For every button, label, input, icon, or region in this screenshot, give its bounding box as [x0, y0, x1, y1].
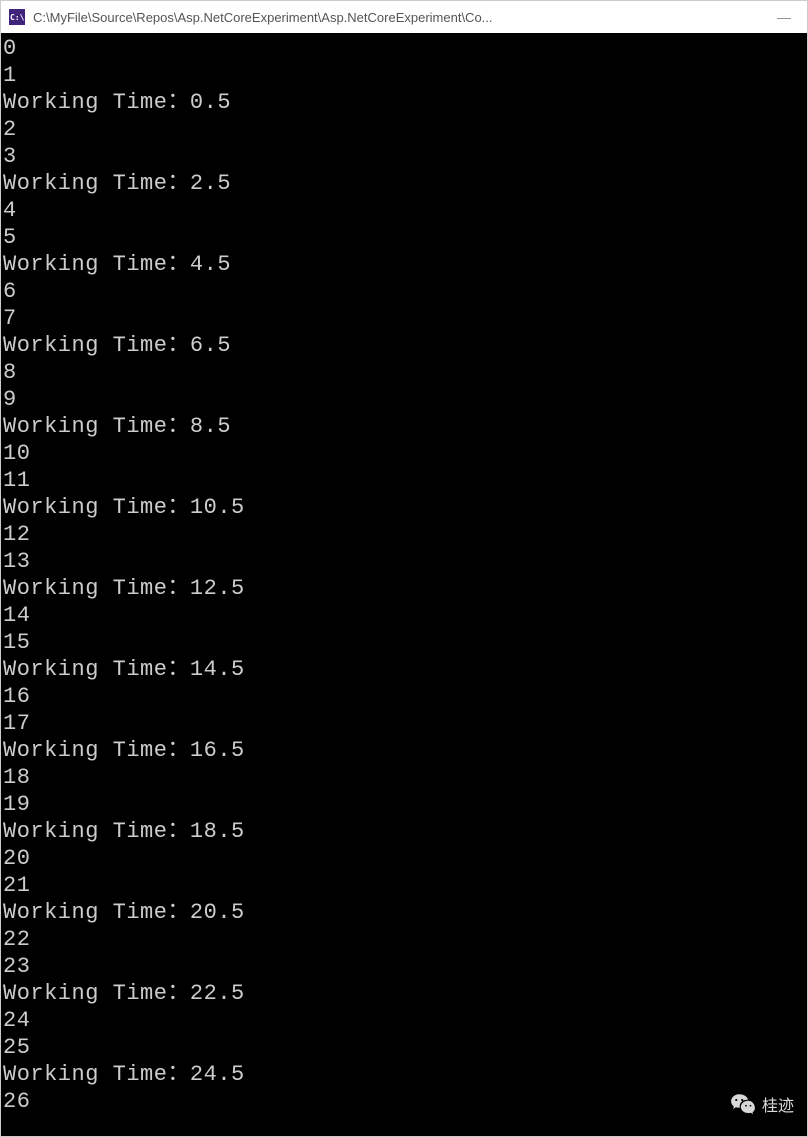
console-line: Working Time：10.5 — [3, 494, 805, 521]
console-app-icon: C:\ — [9, 9, 25, 25]
console-line: 13 — [3, 548, 805, 575]
minimize-icon: — — [777, 9, 791, 25]
console-line: 16 — [3, 683, 805, 710]
console-line: Working Time：14.5 — [3, 656, 805, 683]
console-line: Working Time：12.5 — [3, 575, 805, 602]
console-line: 3 — [3, 143, 805, 170]
titlebar[interactable]: C:\ C:\MyFile\Source\Repos\Asp.NetCoreEx… — [1, 1, 807, 33]
console-line: Working Time：22.5 — [3, 980, 805, 1007]
console-line: 26 — [3, 1088, 805, 1115]
console-line: 20 — [3, 845, 805, 872]
console-line: 18 — [3, 764, 805, 791]
console-line: Working Time：2.5 — [3, 170, 805, 197]
svg-text:C:\: C:\ — [10, 13, 25, 22]
console-line: 12 — [3, 521, 805, 548]
console-line: 24 — [3, 1007, 805, 1034]
console-line: 10 — [3, 440, 805, 467]
window-title: C:\MyFile\Source\Repos\Asp.NetCoreExperi… — [33, 10, 753, 25]
console-line: 14 — [3, 602, 805, 629]
console-line: 6 — [3, 278, 805, 305]
console-line: 4 — [3, 197, 805, 224]
console-line: 22 — [3, 926, 805, 953]
console-line: Working Time：18.5 — [3, 818, 805, 845]
console-line: Working Time：0.5 — [3, 89, 805, 116]
console-line: 15 — [3, 629, 805, 656]
watermark: 桂迹 — [730, 1091, 794, 1117]
console-line: 23 — [3, 953, 805, 980]
console-line: Working Time：8.5 — [3, 413, 805, 440]
console-line: Working Time：24.5 — [3, 1061, 805, 1088]
console-line: 9 — [3, 386, 805, 413]
wechat-icon — [730, 1091, 756, 1117]
console-line: 7 — [3, 305, 805, 332]
console-line: 1 — [3, 62, 805, 89]
console-line: 5 — [3, 224, 805, 251]
minimize-button[interactable]: — — [761, 1, 807, 33]
watermark-text: 桂迹 — [762, 1092, 794, 1116]
console-line: 11 — [3, 467, 805, 494]
console-line: 19 — [3, 791, 805, 818]
console-line: 21 — [3, 872, 805, 899]
console-line: Working Time：4.5 — [3, 251, 805, 278]
console-output[interactable]: 01Working Time：0.523Working Time：2.545Wo… — [1, 33, 807, 1136]
console-line: 25 — [3, 1034, 805, 1061]
console-line: Working Time：20.5 — [3, 899, 805, 926]
window-controls: — — [761, 1, 807, 33]
console-line: 8 — [3, 359, 805, 386]
console-line: Working Time：6.5 — [3, 332, 805, 359]
console-line: 2 — [3, 116, 805, 143]
console-line: Working Time：16.5 — [3, 737, 805, 764]
console-line: 0 — [3, 35, 805, 62]
console-window: C:\ C:\MyFile\Source\Repos\Asp.NetCoreEx… — [0, 0, 808, 1137]
console-line: 17 — [3, 710, 805, 737]
